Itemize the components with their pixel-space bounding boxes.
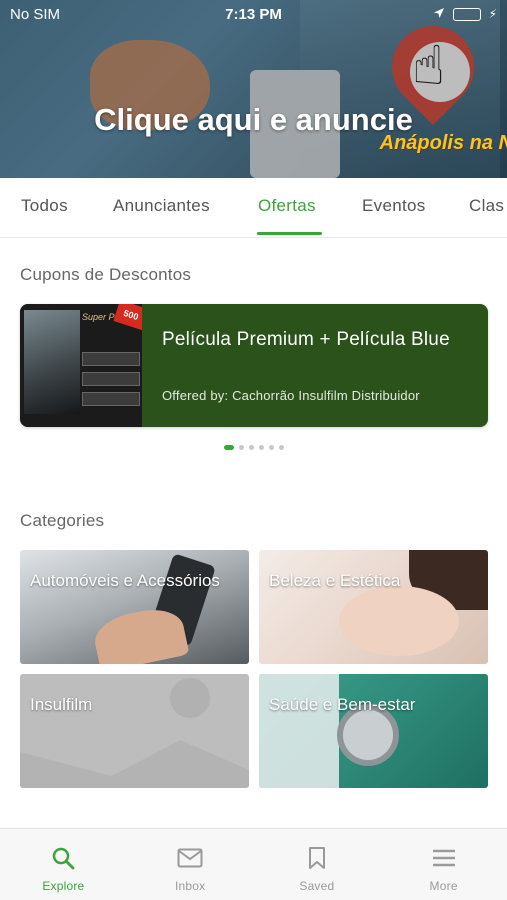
thumbnail-row — [82, 372, 140, 386]
nav-explore[interactable]: Explore — [0, 829, 127, 900]
carousel-pager — [224, 445, 284, 450]
car-window-image — [24, 310, 80, 414]
pager-dot[interactable] — [269, 445, 274, 450]
doctor-coat-image — [259, 674, 339, 788]
search-icon — [50, 845, 76, 871]
hero-subtitle: Anápolis na N — [379, 132, 507, 154]
coupon-offered-by: Offered by: Cachorrão Insulfilm Distribu… — [162, 388, 420, 403]
carrier-label: No SIM — [10, 5, 61, 23]
coupon-card[interactable]: Super Película 500 Película Premium + Pe… — [20, 304, 488, 427]
categories-section-title: Categories — [20, 511, 105, 530]
category-tabs: Todos Anunciantes Ofertas Eventos Clas — [0, 178, 507, 238]
bookmark-icon — [304, 845, 330, 871]
charging-bolt-icon: ⚡ — [488, 7, 497, 21]
bottom-tab-bar: Explore Inbox Saved More — [0, 828, 507, 900]
category-label: Insulfilm — [30, 695, 93, 714]
category-label: Automóveis e Acessórios — [30, 571, 220, 590]
category-automoveis[interactable]: Automóveis e Acessórios — [20, 550, 249, 664]
tab-todos[interactable]: Todos — [21, 196, 68, 216]
location-arrow-icon — [433, 6, 445, 23]
pager-dot[interactable] — [279, 445, 284, 450]
status-right-group: ⚡ — [377, 6, 497, 23]
category-saude[interactable]: Saúde e Bem-estar — [259, 674, 488, 788]
hero-banner[interactable]: ☝ No SIM 7:13 PM ⚡ Clique aqui e anuncie… — [0, 0, 507, 178]
nav-label: More — [429, 879, 458, 893]
envelope-icon — [177, 845, 203, 871]
tab-eventos[interactable]: Eventos — [362, 196, 426, 216]
category-insulfilm[interactable]: Insulfilm — [20, 674, 249, 788]
nav-label: Saved — [299, 879, 335, 893]
pager-dot[interactable] — [249, 445, 254, 450]
nav-inbox[interactable]: Inbox — [127, 829, 254, 900]
category-label: Beleza e Estética — [269, 571, 401, 590]
tab-ofertas[interactable]: Ofertas — [258, 196, 316, 216]
nav-label: Explore — [42, 879, 85, 893]
status-bar: No SIM 7:13 PM ⚡ — [0, 0, 507, 28]
pager-dot[interactable] — [239, 445, 244, 450]
nav-saved[interactable]: Saved — [254, 829, 381, 900]
pager-dot-active[interactable] — [224, 445, 234, 450]
coupon-thumbnail: Super Película 500 — [20, 304, 142, 427]
menu-icon — [431, 845, 457, 871]
coupons-section-title: Cupons de Descontos — [20, 265, 192, 284]
battery-icon — [452, 7, 481, 21]
tab-anunciantes[interactable]: Anunciantes — [113, 196, 210, 216]
nav-more[interactable]: More — [380, 829, 507, 900]
coupon-title: Película Premium + Película Blue — [162, 329, 450, 350]
pager-dot[interactable] — [259, 445, 264, 450]
category-label: Saúde e Bem-estar — [269, 695, 416, 714]
category-beleza[interactable]: Beleza e Estética — [259, 550, 488, 664]
tab-classificados[interactable]: Clas — [469, 196, 504, 216]
price-badge: 500 — [113, 304, 142, 331]
placeholder-image-icon — [20, 740, 249, 788]
thumbnail-row — [82, 392, 140, 406]
active-tab-indicator — [257, 232, 322, 235]
nav-label: Inbox — [174, 879, 206, 893]
clock: 7:13 PM — [225, 5, 282, 23]
face-image — [339, 586, 459, 656]
thumbnail-row — [82, 352, 140, 366]
